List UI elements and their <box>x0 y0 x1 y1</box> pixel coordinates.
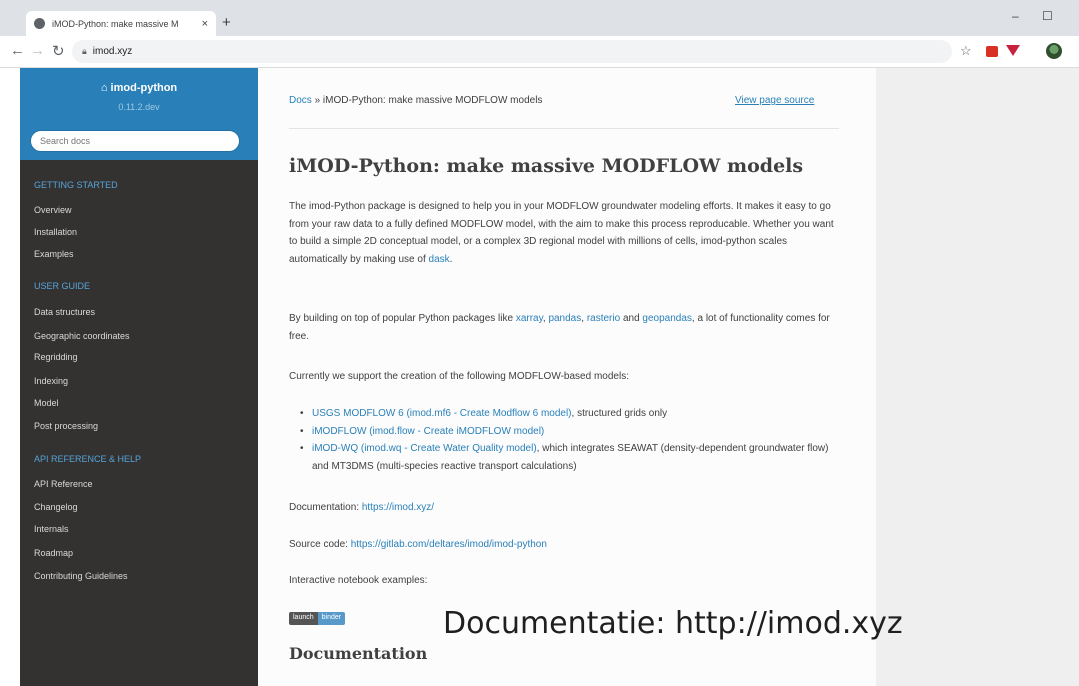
sidebar-item-internals[interactable]: Internals <box>34 524 69 534</box>
packages-paragraph: By building on top of popular Python pac… <box>289 310 839 345</box>
reload-icon[interactable]: ↻ <box>52 42 65 60</box>
geopandas-link[interactable]: geopandas <box>642 313 692 324</box>
right-blank-pane <box>876 68 1079 686</box>
binder-badge-right: binder <box>317 612 346 625</box>
sidebar-caption-getting-started: GETTING STARTED <box>34 180 118 190</box>
bookmark-star-icon[interactable]: ☆ <box>960 43 972 59</box>
sidebar-item-regridding[interactable]: Regridding <box>34 352 78 362</box>
sidebar-caption-api-reference: API REFERENCE & HELP <box>34 454 142 464</box>
models-list: USGS MODFLOW 6 (imod.mf6 - Create Modflo… <box>300 405 840 475</box>
intro-end: . <box>449 253 453 265</box>
sidebar-item-geographic-coordinates[interactable]: Geographic coordinates <box>34 331 130 341</box>
search-docs-input[interactable] <box>30 130 240 152</box>
slide-annotation: Documentatie: http://imod.xyz <box>443 606 903 641</box>
mf6-link[interactable]: USGS MODFLOW 6 (imod.mf6 - Create Modflo… <box>312 408 572 419</box>
breadcrumb-docs-link[interactable]: Docs <box>289 95 312 106</box>
support-intro: Currently we support the creation of the… <box>289 371 629 382</box>
notebook-text: Interactive notebook examples: <box>289 575 428 586</box>
home-icon: ⌂ <box>100 82 111 94</box>
forward-arrow-icon[interactable]: → <box>30 42 45 59</box>
sidebar-item-data-structures[interactable]: Data structures <box>34 307 95 317</box>
docs-content: Docs » iMOD-Python: make massive MODFLOW… <box>258 68 876 686</box>
intro-text: The imod-Python package is designed to h… <box>289 201 834 265</box>
intro-paragraph: The imod-Python package is designed to h… <box>289 198 839 268</box>
list-item: iMOD-WQ (imod.wq - Create Water Quality … <box>300 440 840 475</box>
browser-tab-strip: iMOD-Python: make massive M × + – ☐ <box>0 0 1079 36</box>
sidebar-item-installation[interactable]: Installation <box>34 227 77 237</box>
sidebar-item-indexing[interactable]: Indexing <box>34 376 68 386</box>
sidebar-item-post-processing[interactable]: Post processing <box>34 421 98 431</box>
source-code-link[interactable]: https://gitlab.com/deltares/imod/imod-py… <box>351 539 547 550</box>
pandas-link[interactable]: pandas <box>548 313 581 324</box>
browser-tab[interactable]: iMOD-Python: make massive M × <box>26 11 216 36</box>
documentation-label: Documentation: <box>289 502 362 513</box>
new-tab-button[interactable]: + <box>222 14 231 31</box>
docs-sidebar: ⌂ imod-python 0.11.2.dev GETTING STARTED… <box>20 68 258 686</box>
tab-title: iMOD-Python: make massive M <box>52 18 179 29</box>
sidebar-item-changelog[interactable]: Changelog <box>34 502 78 512</box>
source-code-label: Source code: <box>289 539 351 550</box>
imodflow-link[interactable]: iMODFLOW (imod.flow - Create iMODFLOW mo… <box>312 426 544 437</box>
maximize-button[interactable]: ☐ <box>1042 9 1053 23</box>
extension-icon[interactable] <box>986 46 998 57</box>
mf6-rest: , structured grids only <box>571 408 668 419</box>
back-arrow-icon[interactable]: ← <box>10 42 25 59</box>
source-code-line: Source code: https://gitlab.com/deltares… <box>289 536 839 554</box>
breadcrumb-current: iMOD-Python: make massive MODFLOW models <box>322 95 543 106</box>
sidebar-item-examples[interactable]: Examples <box>34 249 74 259</box>
sidebar-item-contributing-guidelines[interactable]: Contributing Guidelines <box>34 571 128 581</box>
imod-wq-link[interactable]: iMOD-WQ (imod.wq - Create Water Quality … <box>312 443 537 454</box>
profile-avatar[interactable] <box>1046 43 1062 59</box>
browser-toolbar: ← → ↻ 🔒︎ imod.xyz ☆ <box>0 36 1079 68</box>
globe-icon <box>34 18 45 29</box>
page-title: iMOD-Python: make massive MODFLOW models <box>289 155 804 177</box>
sidebar-item-api-reference[interactable]: API Reference <box>34 479 93 489</box>
xarray-link[interactable]: xarray <box>516 313 543 324</box>
minimize-button[interactable]: – <box>1012 9 1019 23</box>
project-home-link[interactable]: ⌂ imod-python <box>20 82 258 94</box>
section-heading: Documentation <box>289 644 428 663</box>
sidebar-item-overview[interactable]: Overview <box>34 205 72 215</box>
breadcrumb-separator: » <box>314 95 321 106</box>
documentation-link[interactable]: https://imod.xyz/ <box>362 502 434 513</box>
dask-link[interactable]: dask <box>429 254 450 265</box>
url-text: imod.xyz <box>92 46 133 57</box>
breadcrumb: Docs » iMOD-Python: make massive MODFLOW… <box>289 95 542 106</box>
project-version: 0.11.2.dev <box>118 102 160 112</box>
divider <box>289 128 839 129</box>
lock-icon: 🔒︎ <box>82 46 87 56</box>
launch-binder-badge[interactable]: launch binder <box>289 612 346 625</box>
view-page-source-link[interactable]: View page source <box>735 95 814 106</box>
list-item: USGS MODFLOW 6 (imod.mf6 - Create Modflo… <box>300 405 840 423</box>
project-name: imod-python <box>110 82 178 94</box>
sidebar-header: ⌂ imod-python 0.11.2.dev <box>20 68 258 160</box>
binder-badge-left: launch <box>289 612 318 625</box>
sidebar-caption-user-guide: USER GUIDE <box>34 281 91 291</box>
pocket-extension-icon[interactable] <box>1006 45 1020 56</box>
list-item: iMODFLOW (imod.flow - Create iMODFLOW mo… <box>300 423 840 441</box>
sidebar-item-model[interactable]: Model <box>34 398 59 408</box>
rasterio-link[interactable]: rasterio <box>587 313 620 324</box>
address-bar[interactable]: 🔒︎ imod.xyz <box>72 40 952 63</box>
packages-and: and <box>620 313 643 324</box>
documentation-line: Documentation: https://imod.xyz/ <box>289 499 839 517</box>
sidebar-item-roadmap[interactable]: Roadmap <box>34 548 73 558</box>
packages-prefix: By building on top of popular Python pac… <box>289 313 516 324</box>
close-tab-icon[interactable]: × <box>202 18 208 30</box>
